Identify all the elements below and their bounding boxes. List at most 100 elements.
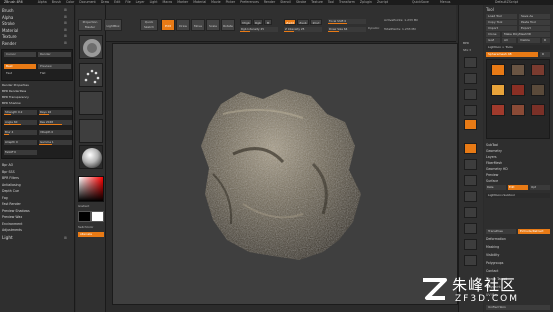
dynamic-button[interactable]: Dynamic [368,27,379,30]
persp-icon[interactable] [464,119,477,130]
clone-button[interactable]: Clone [486,32,500,37]
bpr-slider-7[interactable]: Gamma 1 [39,140,72,145]
render-option-10[interactable]: Adjustments [2,228,22,232]
render-option-1[interactable]: Bpr SSS [2,170,15,174]
brush-thumbnail[interactable] [79,35,103,59]
menu-item-tool[interactable]: Tool [328,0,334,4]
scale-button[interactable]: Scale [206,19,220,31]
frame-icon[interactable] [464,175,477,186]
expand-icon[interactable]: ⊞ [64,8,67,12]
render-property-3[interactable]: BPR Shadow [2,101,21,105]
aahalf-icon[interactable] [464,105,477,116]
mrgb-button[interactable]: Mrgb [240,19,252,25]
left-section-texture[interactable]: Texture ⊞ [2,34,67,39]
menu-item-file[interactable]: File [125,0,130,4]
bpr-slider-8[interactable]: Falloff 0 [4,150,37,155]
tool-subpalette-10[interactable]: Polygroups [486,261,503,265]
edit-slider[interactable]: Edit [508,185,528,190]
render-option-0[interactable]: Bpr AO [2,163,13,167]
menu-item-texture[interactable]: Texture [311,0,323,4]
floor-icon[interactable] [464,143,477,154]
bpr-slider-5[interactable]: VDepth 0 [39,130,72,135]
visible-button[interactable]: Visible [518,38,540,43]
tool-subpalette-7[interactable]: Deformation [486,237,506,241]
move-icon[interactable] [464,191,477,202]
render-option-9[interactable]: Environment [2,222,22,226]
render-tab[interactable]: Render [38,52,71,57]
left-section-brush[interactable]: Brush ⊞ [2,8,67,13]
load-tool-button[interactable]: Load Tool [486,14,517,19]
projection-master-button[interactable]: Projection Master [78,19,102,31]
zcut-button[interactable]: Zcut [310,19,322,25]
switch-color-button[interactable]: SwitchColor [78,226,93,229]
alternate-button[interactable]: Alternate [78,232,104,237]
bpr-slider-4[interactable]: Blur 4 [4,130,37,135]
spix-slider[interactable]: SPix 3 [463,49,471,52]
tool-subpalette-6[interactable]: Surface [486,179,498,183]
render-option-3[interactable]: Antialiasing [2,183,21,187]
light-expand-icon[interactable]: ⊞ [64,236,67,240]
scale-icon[interactable] [464,207,477,218]
tool-thumb-cube[interactable] [491,104,505,116]
document-canvas[interactable] [112,43,458,305]
cursor-tab[interactable]: Cursor [4,52,36,57]
save-as-button[interactable]: Save As [519,14,550,19]
copy-tool-button[interactable]: Copy Tool [486,20,517,25]
left-section-render[interactable]: Render ⊞ [2,41,67,46]
rgb-button[interactable]: Rgb [253,19,263,25]
lightbox-button[interactable]: LightBox [104,19,122,31]
tool-subpalette-4[interactable]: Geometry HD [486,167,508,171]
lightbox-tools-button[interactable]: Lightbox > Tools [486,45,550,50]
rotate-button[interactable]: Rotate [221,19,235,31]
zadd-button[interactable]: Zadd [284,19,296,25]
all-button[interactable]: All [502,38,516,43]
menu-item-render[interactable]: Render [264,0,275,4]
rotate-icon[interactable] [464,223,477,234]
export-button[interactable]: Export [519,26,550,31]
zoom-icon[interactable] [464,73,477,84]
bpr-button[interactable]: BPR [463,41,469,45]
transp-icon[interactable] [464,239,477,250]
tool-thumb-cylinder[interactable] [531,64,545,76]
menu-item-material[interactable]: Material [193,0,206,4]
tool-thumb-cone[interactable] [511,104,525,116]
expand-icon[interactable]: ⊞ [64,28,67,32]
render-option-7[interactable]: Preview Shadows [2,209,30,213]
r-button[interactable]: R [542,38,550,43]
lightbox-subtool-button[interactable]: Lightbox>Subtool [486,193,550,198]
menu-item-document[interactable]: Document [79,0,96,4]
expand-icon[interactable]: ⊞ [64,41,67,45]
material-thumbnail[interactable] [79,145,103,169]
light-section[interactable]: Light ⊞ [2,236,67,241]
local-icon[interactable] [464,159,477,170]
render-property-0[interactable]: Render Properties [2,83,29,87]
edit-button[interactable]: Edit [161,19,175,31]
bpr-slider-3[interactable]: Res 2048 [39,120,72,125]
menu-item-color[interactable]: Color [66,0,74,4]
tool-subpalette-3[interactable]: FiberMesh [486,161,502,165]
transpose-button[interactable]: TransPose [486,229,516,234]
render-property-2[interactable]: BPR Transparency [2,95,29,99]
menu-item-edit[interactable]: Edit [114,0,120,4]
fast-render-button[interactable]: Fast [6,71,12,75]
secondary-color-swatch[interactable] [91,211,104,222]
rate-slider[interactable]: Rate [486,185,506,190]
expand-icon[interactable]: ⊞ [64,34,67,38]
menu-item-transform[interactable]: Transform [339,0,355,4]
focal-shift-slider[interactable]: Focal Shift 0 [328,19,366,24]
render-option-6[interactable]: Fast Render [2,202,21,206]
menu-item-picker[interactable]: Picker [226,0,236,4]
draw-size-slider[interactable]: Draw Size 64 [328,27,366,32]
tool-subpalette-0[interactable]: SubTool [486,143,498,147]
stroke-thumbnail[interactable] [79,63,103,87]
menu-item-stencil[interactable]: Stencil [280,0,291,4]
m-button[interactable]: M [264,19,272,25]
left-section-stroke[interactable]: Stroke ⊞ [2,21,67,26]
actual-icon[interactable] [464,89,477,100]
preview-render-button[interactable]: Preview [38,64,71,69]
make-polymesh-button[interactable]: Make PolyMesh3D [502,32,550,37]
tool-thumb-rock[interactable] [511,64,525,76]
paste-tool-button[interactable]: Paste Tool [519,20,550,25]
tool-subpalette-9[interactable]: Visibility [486,253,499,257]
zsub-button[interactable]: Zsub [297,19,309,25]
